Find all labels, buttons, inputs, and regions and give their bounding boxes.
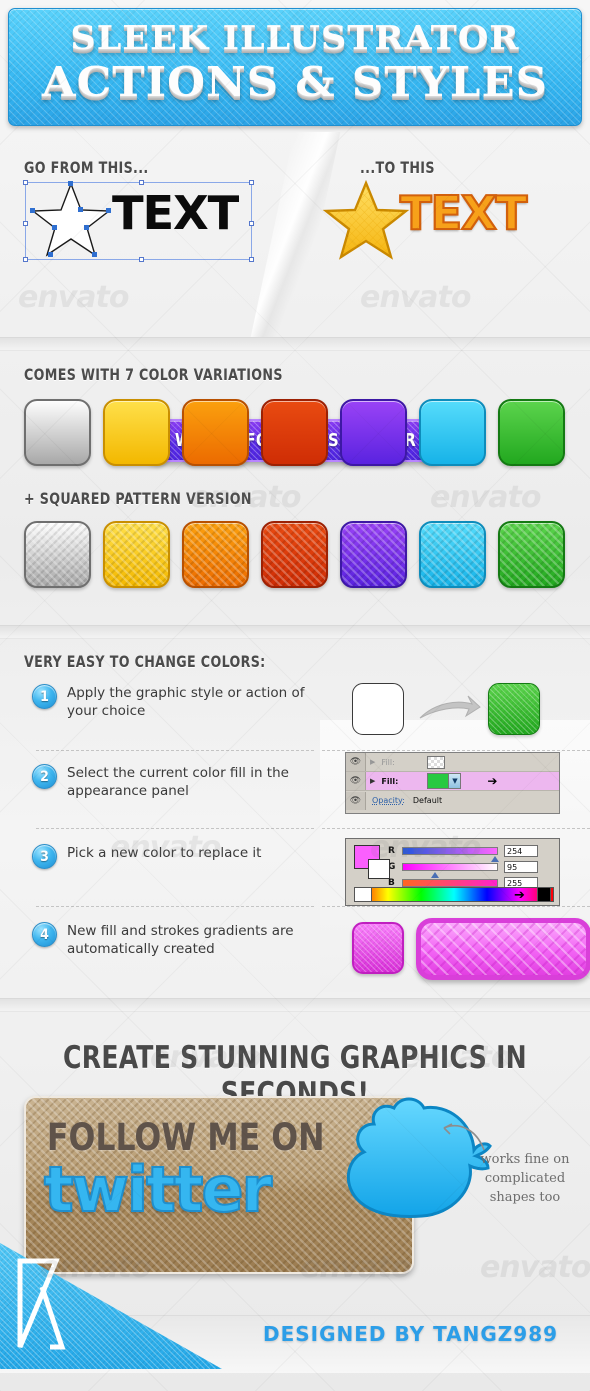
slider-label-G: G	[388, 862, 396, 872]
step-number-1: 1	[32, 684, 57, 709]
swatch-silver-pattern	[24, 521, 91, 588]
swatch-orange-pattern	[182, 521, 249, 588]
picker-cursor-icon: ➔	[514, 888, 525, 903]
slider-thumb-R[interactable]	[491, 856, 499, 862]
eye-icon-active[interactable]: 👁	[346, 772, 366, 790]
swatch-texture	[500, 523, 563, 586]
appearance-panel[interactable]: 👁 ▶ Fill: 👁 ▶ Fill: ▼ ➔ 👁 Opacity: Defau…	[345, 752, 560, 814]
star-gold-icon	[322, 179, 410, 260]
opacity-label[interactable]: Opacity:	[366, 796, 405, 805]
step-row-2: 2 Select the current color fill in the a…	[32, 764, 312, 800]
picker-bg-swatch[interactable]	[368, 859, 390, 879]
demo-white-square	[352, 683, 404, 735]
swatch-yellow	[103, 399, 170, 466]
colors-section: COMES WITH 7 COLOR VARIATIONS + SQUARED …	[0, 351, 590, 631]
step-row-3: 3 Pick a new color to replace it	[32, 844, 312, 869]
swatch-cyan	[419, 399, 486, 466]
fill-label-1: Fill:	[381, 757, 395, 767]
swatch-green	[498, 399, 565, 466]
slider-label-R: R	[388, 846, 395, 856]
swatch-red-pattern	[261, 521, 328, 588]
envato-watermark: envato	[480, 1250, 590, 1285]
opacity-value: Default	[412, 796, 443, 805]
step-divider-2-right	[322, 828, 590, 829]
step-number-2: 2	[32, 764, 57, 789]
swatch-cyan-pattern	[419, 521, 486, 588]
swatch-purple	[340, 399, 407, 466]
divider-band-1	[0, 337, 590, 351]
step-number-4: 4	[32, 922, 57, 947]
step-divider-3	[36, 906, 314, 907]
pattern-heading: + SQUARED PATTERN VERSION	[24, 489, 252, 508]
swatch-texture	[263, 523, 326, 586]
swatch-green-pattern	[498, 521, 565, 588]
swatch-yellow-pattern	[103, 521, 170, 588]
step-text-1: Apply the graphic style or action of you…	[67, 685, 305, 719]
step-divider-1-right	[322, 750, 590, 751]
slider-track-B[interactable]	[402, 879, 501, 894]
swatch-texture	[342, 523, 405, 586]
appearance-row-opacity[interactable]: 👁 Opacity: Default	[346, 791, 559, 810]
swatch-row-pattern	[24, 521, 565, 588]
fill-label-2: Fill:	[381, 776, 399, 786]
step-text-3: Pick a new color to replace it	[67, 845, 262, 861]
swatch-row-plain	[24, 399, 565, 466]
step-divider-2	[36, 828, 314, 829]
swatch-orange	[182, 399, 249, 466]
fill-swatch-green[interactable]	[428, 774, 449, 788]
fill-dropdown-arrow[interactable]: ▼	[448, 774, 461, 788]
step-row-1: 1 Apply the graphic style or action of y…	[32, 684, 312, 720]
demo-pink-square	[352, 922, 404, 974]
label-after: ...TO THIS	[360, 158, 435, 177]
after-text: TEXT	[399, 185, 529, 241]
none-swatch[interactable]	[354, 887, 372, 902]
step-row-4: 4 New fill and strokes gradients are aut…	[32, 922, 312, 958]
swatch-texture	[26, 523, 89, 586]
swatch-red	[261, 399, 328, 466]
banner-title-line1: SLEEK ILLUSTRATOR	[70, 18, 520, 57]
colors-heading: COMES WITH 7 COLOR VARIATIONS	[24, 365, 283, 384]
swatch-texture	[421, 523, 484, 586]
before-text: TEXT	[112, 186, 239, 240]
comparison-section: GO FROM THIS... ...TO THIS TEXT TEXT	[0, 132, 590, 462]
header-banner: SLEEK ILLUSTRATOR ACTIONS & STYLES	[8, 8, 582, 126]
annotation-note: works fine on complicated shapes too	[480, 1152, 570, 1205]
slider-track-G[interactable]	[402, 863, 498, 878]
color-picker-panel[interactable]: R 254 G 95 B 255 ➔	[345, 838, 560, 906]
designer-logo-icon	[17, 1258, 66, 1350]
step-divider-1	[36, 750, 314, 751]
arrow-icon	[419, 695, 481, 719]
cursor-icon: ➔	[487, 774, 498, 788]
swatch-texture	[184, 523, 247, 586]
slider-row-G[interactable]: G 95	[388, 859, 559, 878]
appearance-row-fill-1[interactable]: 👁 ▶ Fill:	[346, 753, 559, 772]
swatch-purple-pattern	[340, 521, 407, 588]
slider-value-R[interactable]: 254	[504, 845, 538, 857]
swatch-silver	[24, 399, 91, 466]
appearance-row-fill-2[interactable]: 👁 ▶ Fill: ▼ ➔	[346, 772, 559, 791]
slider-thumb-G[interactable]	[431, 872, 439, 878]
banner-title-line2: ACTIONS & STYLES	[41, 57, 549, 106]
divider-band-3	[0, 998, 590, 1012]
eye-icon[interactable]: 👁	[346, 753, 366, 771]
demo-pink-pill	[416, 918, 590, 980]
designer-credit: DESIGNED BY TANGZ989	[263, 1322, 559, 1346]
step-text-2: Select the current color fill in the app…	[67, 765, 289, 799]
slider-row-R[interactable]: R 254	[388, 843, 559, 862]
eye-icon-opacity[interactable]: 👁	[346, 791, 366, 810]
poster-root: SLEEK ILLUSTRATOR ACTIONS & STYLES GO FR…	[0, 0, 590, 1391]
swatch-texture	[105, 523, 168, 586]
slider-track-R[interactable]	[402, 847, 499, 862]
steps-heading: VERY EASY TO CHANGE COLORS:	[24, 652, 266, 671]
step-number-3: 3	[32, 844, 57, 869]
demo-green-square	[488, 683, 540, 735]
black-swatch[interactable]	[537, 887, 551, 902]
step-text-4: New fill and strokes gradients are autom…	[67, 923, 294, 957]
slider-value-G[interactable]: 95	[504, 861, 538, 873]
label-before: GO FROM THIS...	[24, 158, 149, 177]
star-outline-icon	[30, 181, 111, 257]
step-divider-3-right	[322, 906, 590, 907]
fill-swatch-empty[interactable]	[427, 755, 446, 769]
